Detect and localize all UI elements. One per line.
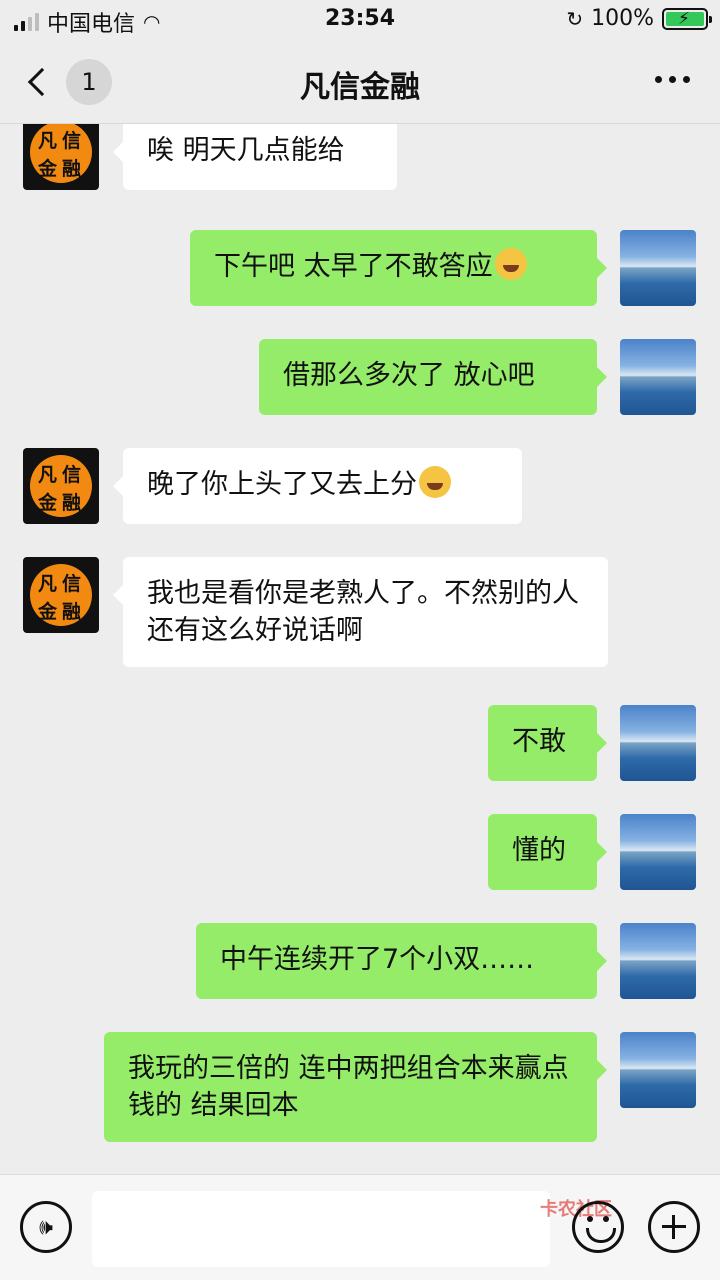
user-avatar[interactable] — [620, 705, 696, 781]
more-dot-icon — [655, 76, 662, 83]
contact-avatar[interactable]: 凡 信 金 融 — [23, 124, 99, 190]
message-bubble-outgoing[interactable]: 我玩的三倍的 连中两把组合本来赢点钱的 结果回本 — [104, 1032, 607, 1142]
message-bubble-incoming[interactable]: 晚了你上头了又去上分 — [113, 448, 522, 524]
more-options-button[interactable] — [655, 76, 690, 83]
user-avatar[interactable] — [620, 339, 696, 415]
message-bubble-incoming[interactable]: 唉 明天几点能给 — [113, 124, 397, 190]
brand-logo-icon: 凡 信 金 融 — [30, 124, 92, 183]
voice-input-button[interactable]: 🕪 — [20, 1201, 72, 1253]
emoji-button[interactable] — [572, 1201, 624, 1253]
message-bubble-outgoing[interactable]: 不敢 — [488, 705, 607, 781]
input-bar: 🕪 卡农社区 — [0, 1174, 720, 1280]
facepalm-emoji-icon — [419, 466, 451, 498]
facepalm-emoji-icon — [494, 248, 527, 280]
battery-percent: 100% — [591, 6, 654, 31]
brand-logo-icon: 凡 信 金 融 — [30, 455, 92, 517]
contact-avatar[interactable]: 凡 信 金 融 — [23, 557, 99, 633]
message-bubble-outgoing[interactable]: 懂的 — [488, 814, 607, 890]
contact-avatar[interactable]: 凡 信 金 融 — [23, 448, 99, 524]
message-bubble-outgoing[interactable]: 中午连续开了7个小双…… — [196, 923, 607, 999]
message-bubble-outgoing[interactable]: 借那么多次了 放心吧 — [259, 339, 607, 415]
chat-header: 1 凡信金融 — [0, 40, 720, 124]
more-functions-button[interactable] — [648, 1201, 700, 1253]
orientation-lock-icon: ↻ — [566, 6, 584, 31]
message-bubble-incoming[interactable]: 我也是看你是老熟人了。不然别的人还有这么好说话啊 — [113, 557, 608, 667]
user-avatar[interactable] — [620, 1032, 696, 1108]
message-list[interactable]: 凡 信 金 融 唉 明天几点能给 下午吧 太早了不敢答应 借那么多次了 放心吧 … — [0, 124, 720, 1174]
status-bar: 中国电信 ◠ 23:54 ↻ 100% ⚡ — [0, 0, 720, 40]
user-avatar[interactable] — [620, 923, 696, 999]
message-bubble-outgoing[interactable]: 下午吧 太早了不敢答应 — [190, 230, 607, 306]
message-input[interactable] — [92, 1191, 550, 1267]
user-avatar[interactable] — [620, 230, 696, 306]
chat-title: 凡信金融 — [300, 70, 420, 105]
voice-icon: 🕪 — [39, 1214, 53, 1240]
battery-icon: ⚡ — [662, 7, 712, 30]
user-avatar[interactable] — [620, 814, 696, 890]
brand-logo-icon: 凡 信 金 融 — [30, 564, 92, 626]
